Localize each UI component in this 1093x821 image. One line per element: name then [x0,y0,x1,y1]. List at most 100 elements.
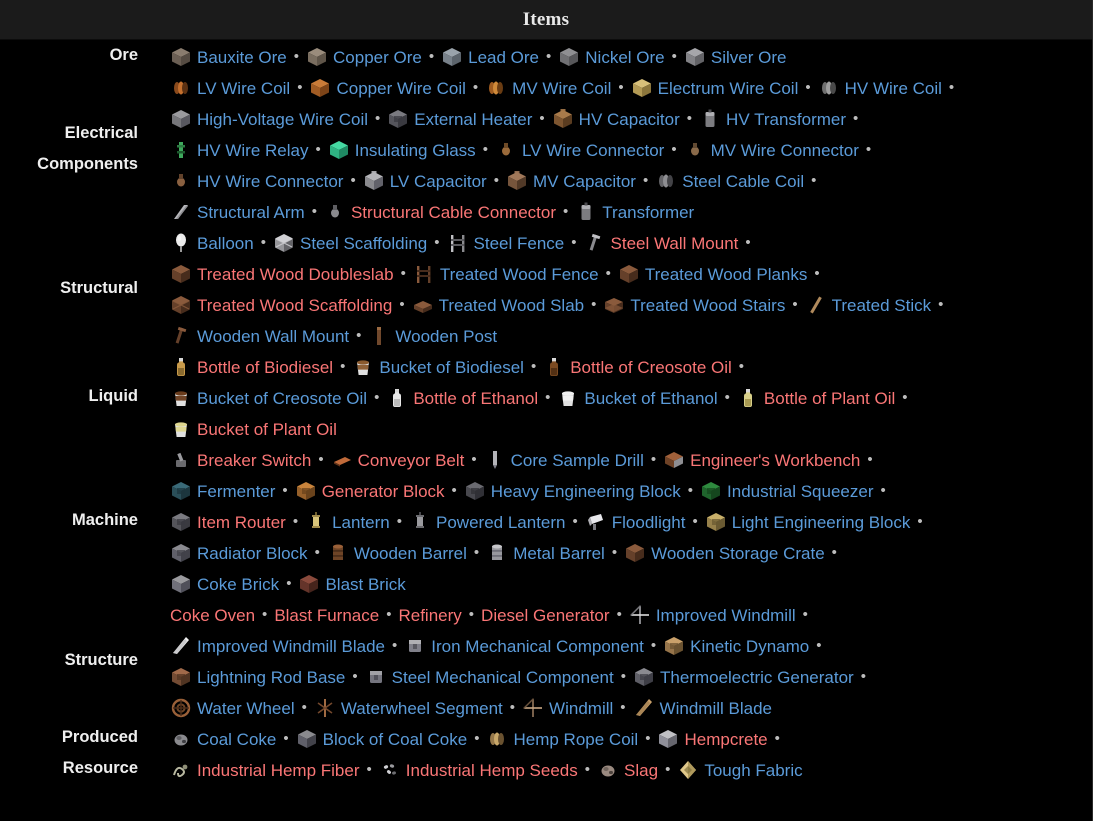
item-entry[interactable]: Generator Block [295,475,445,507]
item-entry[interactable]: Treated Wood Fence [413,258,599,290]
item-entry[interactable]: Waterwheel Segment [314,692,503,724]
item-entry[interactable]: Bucket of Plant Oil [170,413,337,445]
item-entry[interactable]: Slag [597,754,658,786]
item-entry[interactable]: Bauxite Ore [170,41,287,73]
item-link[interactable]: Thermoelectric Generator [660,668,854,687]
item-entry[interactable]: Lantern [305,506,390,538]
item-entry[interactable]: Bucket of Biodiesel [352,351,524,383]
item-link[interactable]: Steel Scaffolding [300,234,427,253]
item-link[interactable]: Bauxite Ore [197,48,287,67]
item-link[interactable]: Lead Ore [468,48,539,67]
item-link[interactable]: Slag [624,761,658,780]
item-entry[interactable]: Engineer's Workbench [663,444,860,476]
item-entry[interactable]: MV Wire Coil [485,72,611,104]
item-link[interactable]: Steel Mechanical Component [392,668,614,687]
item-link[interactable]: Iron Mechanical Component [431,637,644,656]
item-entry[interactable]: Copper Wire Coil [309,72,466,104]
item-link[interactable]: Bottle of Creosote Oil [570,358,732,377]
item-link[interactable]: MV Capacitor [533,172,636,191]
item-link[interactable]: Windmill Blade [660,699,772,718]
item-link[interactable]: Generator Block [322,482,445,501]
item-entry[interactable]: High-Voltage Wire Coil [170,103,368,135]
item-entry[interactable]: Blast Furnace [274,599,379,631]
item-entry[interactable]: Wooden Post [368,320,497,352]
item-link[interactable]: Bucket of Creosote Oil [197,389,367,408]
item-link[interactable]: Improved Windmill Blade [197,637,385,656]
item-entry[interactable]: Wooden Barrel [327,537,467,569]
item-link[interactable]: LV Capacitor [390,172,487,191]
item-entry[interactable]: Water Wheel [170,692,295,724]
item-entry[interactable]: Industrial Hemp Seeds [379,754,578,786]
item-entry[interactable]: Conveyor Belt [331,444,465,476]
item-link[interactable]: HV Transformer [726,110,846,129]
item-entry[interactable]: Industrial Hemp Fiber [170,754,360,786]
item-entry[interactable]: Bucket of Ethanol [557,382,718,414]
item-entry[interactable]: Hempcrete [657,723,768,755]
item-link[interactable]: Hempcrete [684,730,767,749]
item-entry[interactable]: Treated Wood Scaffolding [170,289,392,321]
item-entry[interactable]: Powered Lantern [409,506,566,538]
item-entry[interactable]: Bottle of Creosote Oil [543,351,732,383]
item-entry[interactable]: Blast Brick [298,568,406,600]
item-link[interactable]: Structural Arm [197,203,305,222]
item-entry[interactable]: MV Wire Connector [684,134,859,166]
item-link[interactable]: MV Wire Coil [512,79,611,98]
item-link[interactable]: Steel Cable Coil [682,172,804,191]
item-link[interactable]: Bottle of Ethanol [413,389,538,408]
item-entry[interactable]: Steel Mechanical Component [365,661,614,693]
item-link[interactable]: Coke Oven [170,606,255,625]
item-link[interactable]: Heavy Engineering Block [491,482,681,501]
item-entry[interactable]: Steel Fence [447,227,564,259]
item-entry[interactable]: Iron Mechanical Component [404,630,644,662]
item-link[interactable]: Lightning Rod Base [197,668,345,687]
item-entry[interactable]: Treated Wood Doubleslab [170,258,394,290]
item-entry[interactable]: Bucket of Creosote Oil [170,382,367,414]
item-link[interactable]: Blast Brick [325,575,405,594]
item-entry[interactable]: Treated Wood Stairs [603,289,785,321]
item-link[interactable]: LV Wire Coil [197,79,290,98]
item-link[interactable]: Radiator Block [197,544,308,563]
item-entry[interactable]: Steel Cable Coil [655,165,804,197]
item-entry[interactable]: LV Capacitor [363,165,487,197]
item-link[interactable]: Wooden Post [395,327,497,346]
item-entry[interactable]: HV Transformer [699,103,846,135]
item-link[interactable]: Blast Furnace [274,606,379,625]
item-entry[interactable]: Bottle of Ethanol [386,382,538,414]
item-link[interactable]: Item Router [197,513,286,532]
item-entry[interactable]: Electrum Wire Coil [631,72,799,104]
item-link[interactable]: Coke Brick [197,575,279,594]
item-link[interactable]: Engineer's Workbench [690,451,860,470]
item-entry[interactable]: External Heater [387,103,532,135]
item-entry[interactable]: Refinery [398,599,461,631]
item-link[interactable]: Wooden Wall Mount [197,327,349,346]
item-entry[interactable]: Tough Fabric [677,754,803,786]
item-entry[interactable]: MV Capacitor [506,165,636,197]
item-entry[interactable]: Wooden Storage Crate [624,537,825,569]
item-link[interactable]: External Heater [414,110,532,129]
item-link[interactable]: Nickel Ore [585,48,664,67]
item-link[interactable]: Treated Wood Doubleslab [197,265,394,284]
item-entry[interactable]: Light Engineering Block [705,506,910,538]
item-link[interactable]: Copper Wire Coil [336,79,465,98]
item-entry[interactable]: Nickel Ore [558,41,665,73]
item-entry[interactable]: HV Wire Connector [170,165,343,197]
item-link[interactable]: Water Wheel [197,699,295,718]
item-entry[interactable]: Hemp Rope Coil [486,723,638,755]
item-entry[interactable]: HV Capacitor [552,103,680,135]
item-link[interactable]: Electrum Wire Coil [658,79,799,98]
item-entry[interactable]: Bottle of Plant Oil [737,382,895,414]
item-entry[interactable]: Floodlight [585,506,685,538]
item-link[interactable]: Conveyor Belt [358,451,465,470]
item-entry[interactable]: HV Wire Relay [170,134,308,166]
item-entry[interactable]: Lightning Rod Base [170,661,345,693]
item-entry[interactable]: Thermoelectric Generator [633,661,854,693]
item-link[interactable]: HV Wire Coil [845,79,942,98]
item-entry[interactable]: Structural Cable Connector [324,196,556,228]
item-link[interactable]: Structural Cable Connector [351,203,556,222]
item-link[interactable]: Silver Ore [711,48,787,67]
item-link[interactable]: Treated Wood Planks [645,265,808,284]
item-entry[interactable]: Silver Ore [684,41,787,73]
item-link[interactable]: Wooden Barrel [354,544,467,563]
item-link[interactable]: High-Voltage Wire Coil [197,110,368,129]
item-entry[interactable]: Fermenter [170,475,275,507]
